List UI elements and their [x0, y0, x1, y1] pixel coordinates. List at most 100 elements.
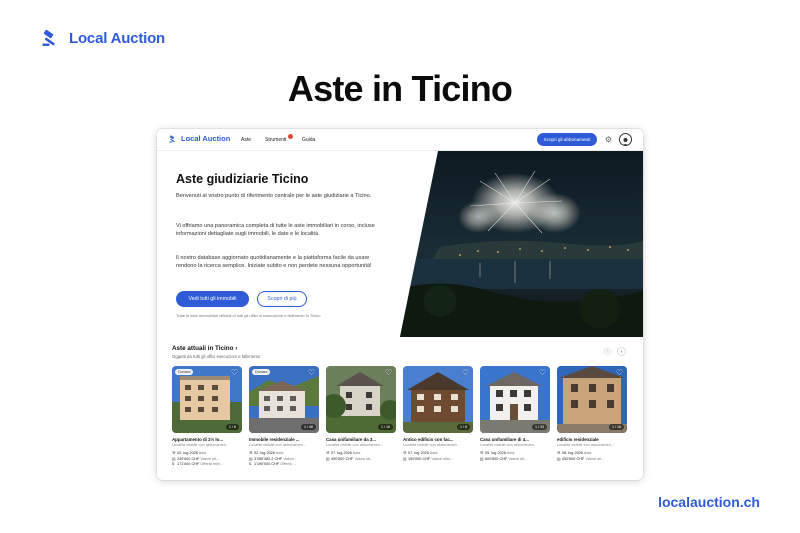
card-date: 09. lug 2026 [485, 451, 506, 455]
card-date: 02. lug 2026 [177, 451, 198, 455]
card-date: 08. lug 2026 [562, 451, 583, 455]
hero-paragraph-2: Vi offriamo una panoramica completa di t… [176, 223, 375, 237]
card-date: 07. lug 2026 [331, 451, 352, 455]
nav-link-strumenti[interactable]: Strumenti [265, 137, 286, 143]
favorite-heart-icon[interactable]: ♡ [615, 368, 624, 377]
card-date-row: ⚒ 02. lug 2026 Asta [249, 450, 319, 455]
hero-paragraph-3: Il nostro database aggiornato quotidiana… [176, 255, 372, 269]
property-image: Domani ♡ 1 / 6 [172, 366, 242, 433]
card-value-row: ▥3'285'382.2 CHF Valore... [249, 456, 319, 461]
card-value-suffix: Valore stim... [431, 457, 454, 461]
card-title: edificio residenziale [557, 437, 599, 442]
top-nav: Local Auction Aste Strumenti Guida Scopr… [157, 129, 643, 151]
hero-paragraph-1: Benvenuti al vostro punto di riferimento… [176, 193, 372, 199]
view-all-properties-button[interactable]: Vedi tutti gli immobili [176, 291, 249, 307]
card-date: 07. lug 2026 [408, 451, 429, 455]
property-image: ♡ 1 / 16 [326, 366, 396, 433]
brand-logo[interactable]: Local Auction [42, 29, 165, 47]
favorite-heart-icon[interactable]: ♡ [307, 368, 316, 377]
card-offer-suffix: Offerta ... [280, 462, 296, 466]
card-value: 490'500 CHF [331, 457, 354, 461]
card-offer-row: $171'000 CHF Offerta mini... [172, 462, 242, 466]
card-value-row: ▥239'000 CHF Valore sti... [172, 456, 242, 461]
fireworks-hero-image [400, 151, 643, 337]
image-counter: 1 / 16 [378, 424, 393, 430]
notification-badge [288, 134, 293, 139]
nav-link-guida[interactable]: Guida [302, 137, 315, 143]
footer-url[interactable]: localauction.ch [658, 494, 760, 510]
card-value-row: ▥600'500 CHF Valore sti... [480, 456, 550, 461]
card-date-row: ⚒ 07. lug 2026 Asta [326, 450, 396, 455]
image-counter: 1 / 8 [457, 424, 470, 430]
image-counter: 1 / 6 [226, 424, 239, 430]
favorite-heart-icon[interactable]: ♡ [538, 368, 547, 377]
card-offer-row: $1'190'000 CHF Offerta ... [249, 462, 319, 466]
card-title: Casa unifamiliare da 3... [326, 437, 377, 442]
card-date-suffix: Asta [352, 451, 361, 455]
card-date-suffix: Asta [198, 451, 207, 455]
card-value: 452'600 CHF [562, 457, 585, 461]
nav-link-aste[interactable]: Aste [241, 137, 251, 143]
nav-brand[interactable]: Local Auction [169, 134, 230, 143]
card-date-row: ⚒ 09. lug 2026 Asta [480, 450, 550, 455]
card-offer-suffix: Offerta mini... [200, 462, 224, 466]
card-date-suffix: Asta [506, 451, 515, 455]
nav-brand-name: Local Auction [181, 134, 231, 143]
card-value: 239'000 CHF [177, 457, 200, 461]
hero-title: Aste giudiziarie Ticino [176, 172, 309, 186]
subscriptions-button[interactable]: Scopri gli abbonamenti [537, 133, 597, 146]
card-date-row: ⚒ 07. lug 2026 Asta [403, 450, 473, 455]
property-card[interactable]: ♡ 1 / 18 edificio residenziale Località … [557, 366, 627, 476]
page-headline: Aste in Ticino [287, 68, 513, 109]
promo-slide: Local Auction Aste in Ticino Local Aucti… [0, 0, 800, 533]
card-title: Appartamento di 2½ lo... [172, 437, 223, 442]
learn-more-button[interactable]: Scopri di più [257, 291, 307, 307]
property-card[interactable]: ♡ 1 / 16 Casa unifamiliare da 3... Local… [326, 366, 396, 476]
card-date-row: ⚒ 02. lug 2026 Asta [172, 450, 242, 455]
card-date: 02. lug 2026 [254, 451, 275, 455]
property-image: ♡ 1 / 33 [480, 366, 550, 433]
tag-badge: Domani [252, 369, 271, 375]
card-value-suffix: Valore sti... [200, 457, 220, 461]
property-card[interactable]: Domani ♡ 1 / 46 Immobile residenziale ..… [249, 366, 319, 476]
card-offer: 1'190'000 CHF [254, 462, 280, 466]
gavel-icon [169, 134, 175, 143]
card-location: Località visibile con abbonamen... [480, 443, 537, 447]
card-location: Località visibile con abbonamen... [249, 443, 306, 447]
card-title: Immobile residenziale ... [249, 437, 300, 442]
hero-note: Tutte le aste immobiliari ufficiali di t… [176, 313, 321, 318]
card-title: Casa unifamiliare di 4... [480, 437, 529, 442]
card-date-suffix: Asta [275, 451, 284, 455]
user-avatar-icon[interactable] [619, 133, 632, 146]
card-value: 600'500 CHF [485, 457, 508, 461]
card-value: 3'285'382.2 CHF [254, 457, 283, 461]
card-value-suffix: Valore sti... [585, 457, 605, 461]
card-location: Località visibile con abbonamen... [557, 443, 614, 447]
tag-badge: Domani [175, 369, 194, 375]
card-title: Antico edificio con fac... [403, 437, 454, 442]
current-auctions-title[interactable]: Aste attuali in Ticino › [172, 345, 237, 352]
property-image: ♡ 1 / 8 [403, 366, 473, 433]
property-image: ♡ 1 / 18 [557, 366, 627, 433]
card-date-suffix: Asta [429, 451, 438, 455]
card-value-row: ▥150'000 CHF Valore stim... [403, 456, 473, 461]
settings-icon[interactable]: ⚙ [604, 135, 613, 144]
favorite-heart-icon[interactable]: ♡ [384, 368, 393, 377]
carousel-prev-button[interactable]: ‹ [603, 347, 612, 356]
image-counter: 1 / 33 [532, 424, 547, 430]
image-counter: 1 / 46 [301, 424, 316, 430]
card-value: 150'000 CHF [408, 457, 431, 461]
card-value-suffix: Valore sti... [354, 457, 374, 461]
carousel-next-button[interactable]: › [617, 347, 626, 356]
card-date-suffix: Asta [583, 451, 592, 455]
property-card[interactable]: ♡ 1 / 8 Antico edificio con fac... Local… [403, 366, 473, 476]
card-location: Località visibile con abbonamen... [403, 443, 460, 447]
property-card[interactable]: Domani ♡ 1 / 6 Appartamento di 2½ lo... … [172, 366, 242, 476]
website-screenshot: Local Auction Aste Strumenti Guida Scopr… [157, 129, 643, 480]
favorite-heart-icon[interactable]: ♡ [461, 368, 470, 377]
property-card[interactable]: ♡ 1 / 33 Casa unifamiliare di 4... Local… [480, 366, 550, 476]
card-offer: 171'000 CHF [177, 462, 200, 466]
favorite-heart-icon[interactable]: ♡ [230, 368, 239, 377]
card-value-suffix: Valore... [283, 457, 298, 461]
card-location: Località visibile con abbonamen... [172, 443, 229, 447]
